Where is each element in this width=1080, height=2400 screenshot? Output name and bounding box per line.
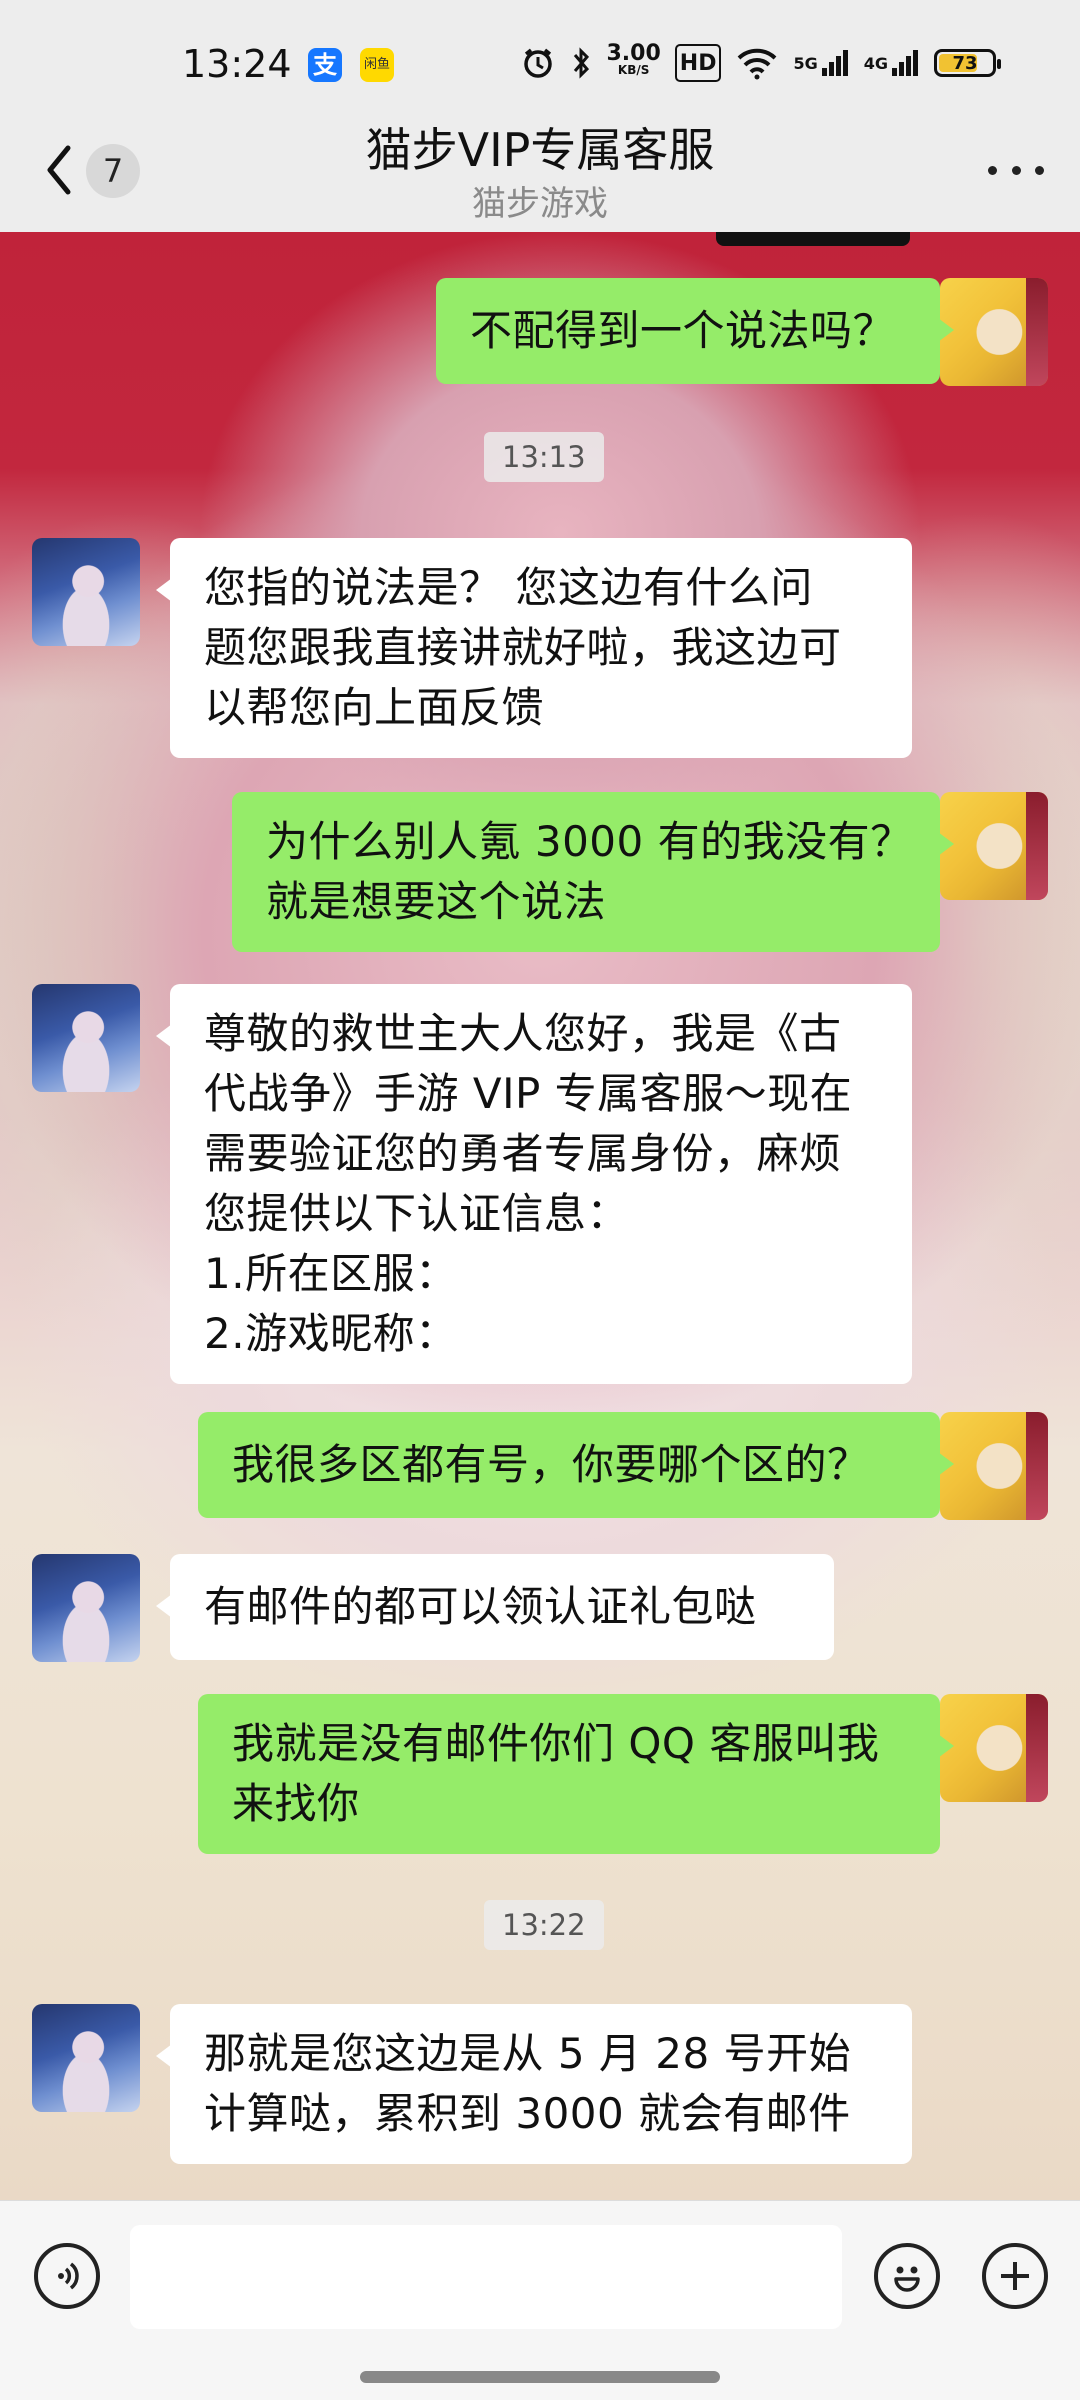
- received-message-bubble[interactable]: 您指的说法是？ 您这边有什么问 题您跟我直接讲就好啦，我这边可 以帮您向上面反馈: [156, 538, 912, 758]
- home-indicator: [360, 2371, 720, 2383]
- more-dot-icon: [1035, 165, 1044, 175]
- chat-message-list[interactable]: 不配得到一个说法吗？ 13:13 您指的说法是？ 您这边有什么问 题您跟我直接讲就好啦…: [0, 232, 1080, 2200]
- message-timestamp: 13:13: [484, 432, 604, 482]
- message-text-line: 需要验证您的勇者专属身份，麻烦: [204, 1129, 842, 1178]
- more-dot-icon: [1011, 165, 1021, 175]
- my-avatar[interactable]: [940, 792, 1048, 900]
- net-4g-label: 4G: [863, 53, 888, 73]
- message-text-line: 我就是没有邮件你们 QQ 客服叫我: [232, 1719, 880, 1768]
- sent-message-bubble[interactable]: 不配得到一个说法吗？: [436, 278, 954, 384]
- hd-icon: HD: [674, 44, 722, 82]
- message-text-line: 不配得到一个说法吗？: [470, 306, 896, 355]
- emoji-button[interactable]: [874, 2243, 940, 2309]
- message-text-line: 2.游戏昵称：: [204, 1309, 458, 1358]
- agent-avatar[interactable]: [32, 1554, 140, 1662]
- more-options-button[interactable]: [988, 152, 1044, 188]
- message-text-line: 有邮件的都可以领认证礼包哒: [204, 1582, 757, 1631]
- partial-message-edge: [716, 232, 910, 246]
- alarm-icon: [521, 46, 555, 80]
- sent-message-bubble[interactable]: 为什么别人氪 3000 有的我没有？ 就是想要这个说法: [232, 792, 954, 952]
- status-time: 13:24: [182, 42, 292, 86]
- chat-header: 7 猫步VIP专属客服 猫步游戏: [0, 100, 1080, 232]
- received-message-bubble[interactable]: 有邮件的都可以领认证礼包哒: [156, 1554, 834, 1660]
- net-5g-label: 5G: [793, 53, 818, 73]
- xianyu-icon: 闲鱼: [360, 48, 394, 82]
- chat-subtitle: 猫步游戏: [472, 184, 608, 224]
- message-text-line: 以帮您向上面反馈: [204, 683, 545, 732]
- received-message-bubble[interactable]: 尊敬的救世主大人您好，我是《古 代战争》手游 VIP 专属客服～现在 需要验证您的勇…: [156, 984, 912, 1384]
- my-avatar[interactable]: [940, 1694, 1048, 1802]
- my-avatar[interactable]: [940, 278, 1048, 386]
- agent-avatar[interactable]: [32, 984, 140, 1092]
- input-bar: [0, 2200, 1080, 2400]
- voice-input-button[interactable]: [34, 2243, 100, 2309]
- message-text-line: 来找你: [232, 1779, 360, 1828]
- message-text-line: 尊敬的救世主大人您好，我是《古: [204, 1009, 842, 1058]
- agent-avatar[interactable]: [32, 538, 140, 646]
- agent-avatar[interactable]: [32, 2004, 140, 2112]
- message-text-line: 代战争》手游 VIP 专属客服～现在: [204, 1069, 853, 1118]
- status-icons: 3.00 KB/S HD 5G 4G 73: [521, 41, 1001, 82]
- chat-title: 猫步VIP专属客服: [365, 123, 715, 177]
- message-text-line: 1.所在区服：: [204, 1249, 458, 1298]
- more-functions-button[interactable]: [982, 2243, 1048, 2309]
- alipay-icon: 支: [308, 48, 342, 82]
- wifi-icon: [735, 46, 779, 80]
- message-text-line: 就是想要这个说法: [266, 877, 607, 926]
- battery-icon: 73: [934, 49, 1001, 77]
- message-text-line: 那就是您这边是从 5 月 28 号开始: [204, 2029, 852, 2078]
- battery-level: 73: [952, 52, 978, 74]
- sent-message-bubble[interactable]: 我就是没有邮件你们 QQ 客服叫我 来找你: [198, 1694, 954, 1854]
- message-text-line: 为什么别人氪 3000 有的我没有？: [266, 817, 913, 866]
- bluetooth-icon: [569, 46, 593, 80]
- sent-message-bubble[interactable]: 我很多区都有号，你要哪个区的？: [198, 1412, 954, 1518]
- network-speed: 3.00 KB/S: [606, 41, 661, 80]
- smiley-icon: [894, 2266, 920, 2292]
- plus-icon: [1001, 2262, 1029, 2290]
- speed-unit: KB/S: [617, 63, 650, 77]
- voice-icon: [58, 2262, 79, 2290]
- received-message-bubble[interactable]: 那就是您这边是从 5 月 28 号开始 计算哒，累积到 3000 就会有邮件: [156, 2004, 912, 2164]
- message-text-line: 计算哒，累积到 3000 就会有邮件: [204, 2089, 851, 2138]
- message-input[interactable]: [130, 2225, 842, 2329]
- message-text-line: 您提供以下认证信息：: [204, 1189, 630, 1238]
- signal-4g-icon: 4G: [864, 46, 920, 80]
- message-text-line: 我很多区都有号，你要哪个区的？: [232, 1440, 870, 1489]
- message-text-line: 您指的说法是？ 您这边有什么问: [204, 563, 813, 612]
- more-dot-icon: [988, 165, 997, 175]
- message-timestamp: 13:22: [484, 1900, 604, 1950]
- message-text-line: 题您跟我直接讲就好啦，我这边可: [204, 623, 842, 672]
- my-avatar[interactable]: [940, 1412, 1048, 1520]
- signal-5g-icon: 5G: [793, 46, 849, 80]
- speed-value: 3.00: [606, 41, 661, 66]
